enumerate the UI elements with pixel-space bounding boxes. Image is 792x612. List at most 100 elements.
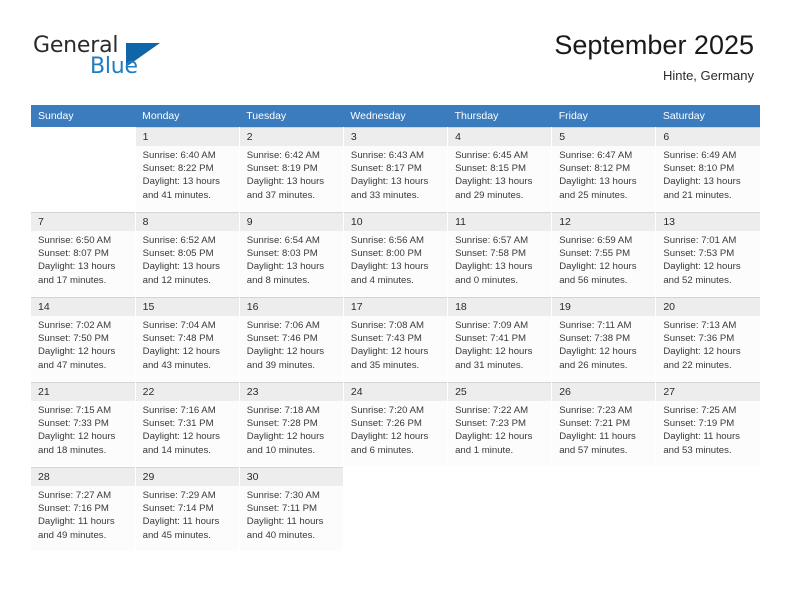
calendar-day-cell[interactable]: 1 Sunrise: 6:40 AM Sunset: 8:22 PM Daylight… xyxy=(135,127,240,212)
day-number: 10 xyxy=(343,213,448,231)
day-info-daylight-line1: Daylight: 13 hours xyxy=(142,176,220,188)
day-sun-info: Sunrise: 6:59 AM Sunset: 7:55 PM Daylight:… xyxy=(552,231,655,287)
day-number: 28 xyxy=(31,468,135,486)
calendar-day-cell[interactable]: 30 Sunrise: 7:30 AM Sunset: 7:11 PM Dayligh… xyxy=(239,466,344,552)
day-info-daylight-line2: and 10 minutes. xyxy=(246,444,316,456)
day-info-daylight-line2: and 37 minutes. xyxy=(246,189,316,201)
day-number: 19 xyxy=(552,298,656,316)
calendar-day-cell[interactable]: 7 Sunrise: 6:50 AM Sunset: 8:07 PM Daylight… xyxy=(31,211,136,297)
calendar-day-cell[interactable]: 27 Sunrise: 7:25 AM Sunset: 7:19 PM Dayligh… xyxy=(655,381,760,467)
day-info-daylight-line2: and 26 minutes. xyxy=(559,359,628,371)
calendar-day-cell[interactable]: 12 Sunrise: 6:59 AM Sunset: 7:55 PM Dayligh… xyxy=(551,211,657,297)
day-info-sunset: Sunset: 7:21 PM xyxy=(559,418,631,430)
day-info-daylight-line2: and 39 minutes. xyxy=(246,359,316,371)
weekday-header-sunday: Sunday xyxy=(31,105,136,127)
day-info-daylight-line1: Daylight: 12 hours xyxy=(142,346,220,358)
location-subtitle: Hinte, Germany xyxy=(662,68,754,83)
calendar-day-cell[interactable]: 29 Sunrise: 7:29 AM Sunset: 7:14 PM Dayligh… xyxy=(135,466,240,552)
calendar-day-cell[interactable]: 14 Sunrise: 7:02 AM Sunset: 7:50 PM Dayligh… xyxy=(31,296,136,382)
day-info-daylight-line2: and 17 minutes. xyxy=(38,274,107,286)
calendar-day-cell[interactable]: 3 Sunrise: 6:43 AM Sunset: 8:17 PM Daylight… xyxy=(343,127,449,212)
day-cell-inner: 2 Sunrise: 6:42 AM Sunset: 8:19 PM Daylight… xyxy=(239,127,343,211)
day-sun-info: Sunrise: 7:29 AM Sunset: 7:14 PM Daylight:… xyxy=(136,486,239,542)
day-info-daylight-line2: and 47 minutes. xyxy=(38,359,107,371)
calendar-day-cell[interactable]: 26 Sunrise: 7:23 AM Sunset: 7:21 PM Dayligh… xyxy=(551,381,657,467)
calendar-day-cell[interactable]: 2 Sunrise: 6:42 AM Sunset: 8:19 PM Daylight… xyxy=(239,127,344,212)
day-sun-info: Sunrise: 7:09 AM Sunset: 7:41 PM Daylight:… xyxy=(448,316,551,372)
day-info-daylight-line2: and 33 minutes. xyxy=(350,189,420,201)
calendar-day-cell[interactable]: 24 Sunrise: 7:20 AM Sunset: 7:26 PM Dayligh… xyxy=(343,381,449,467)
day-info-daylight-line1: Daylight: 13 hours xyxy=(246,261,325,273)
day-info-daylight-line2: and 14 minutes. xyxy=(142,444,211,456)
calendar-day-cell[interactable]: 13 Sunrise: 7:01 AM Sunset: 7:53 PM Dayligh… xyxy=(655,211,760,297)
day-info-daylight-line2: and 8 minutes. xyxy=(246,274,310,286)
calendar-day-cell[interactable]: 9 Sunrise: 6:54 AM Sunset: 8:03 PM Daylight… xyxy=(239,211,344,297)
calendar-day-cell[interactable]: 15 Sunrise: 7:04 AM Sunset: 7:48 PM Dayligh… xyxy=(135,296,240,382)
calendar-day-cell[interactable]: 19 Sunrise: 7:11 AM Sunset: 7:38 PM Dayligh… xyxy=(551,296,657,382)
calendar-body: 1 Sunrise: 6:40 AM Sunset: 8:22 PM Daylight… xyxy=(31,127,760,552)
calendar-day-cell[interactable]: 23 Sunrise: 7:18 AM Sunset: 7:28 PM Dayligh… xyxy=(239,381,344,467)
day-sun-info: Sunrise: 7:06 AM Sunset: 7:46 PM Daylight:… xyxy=(240,316,343,372)
page-title: September 2025 xyxy=(554,30,754,60)
day-cell-inner: 23 Sunrise: 7:18 AM Sunset: 7:28 PM Dayligh… xyxy=(239,382,343,466)
day-info-daylight-line2: and 41 minutes. xyxy=(142,189,211,201)
day-cell-inner: 15 Sunrise: 7:04 AM Sunset: 7:48 PM Dayligh… xyxy=(135,297,239,381)
day-info-sunset: Sunset: 8:03 PM xyxy=(246,248,318,260)
brand-logo[interactable]: General Blue xyxy=(33,33,173,83)
day-sun-info: Sunrise: 7:01 AM Sunset: 7:53 PM Daylight:… xyxy=(656,231,760,287)
calendar-day-cell[interactable]: 6 Sunrise: 6:49 AM Sunset: 8:10 PM Daylight… xyxy=(655,127,760,212)
calendar-day-cell[interactable]: 25 Sunrise: 7:22 AM Sunset: 7:23 PM Dayligh… xyxy=(447,381,553,467)
day-info-sunrise: Sunrise: 7:13 AM xyxy=(663,320,737,331)
day-sun-info: Sunrise: 7:23 AM Sunset: 7:21 PM Daylight:… xyxy=(552,401,655,457)
day-cell-inner: 22 Sunrise: 7:16 AM Sunset: 7:31 PM Dayligh… xyxy=(135,382,239,466)
day-info-daylight-line2: and 56 minutes. xyxy=(559,274,628,286)
page-header: General Blue September 2025 Hinte, Germa… xyxy=(0,0,792,100)
calendar-day-cell-empty xyxy=(447,466,553,552)
calendar-day-cell[interactable]: 11 Sunrise: 6:57 AM Sunset: 7:58 PM Dayligh… xyxy=(447,211,553,297)
day-cell-inner: 12 Sunrise: 6:59 AM Sunset: 7:55 PM Dayligh… xyxy=(552,212,656,296)
calendar-day-cell[interactable]: 17 Sunrise: 7:08 AM Sunset: 7:43 PM Dayligh… xyxy=(343,296,449,382)
calendar-week-row: 14 Sunrise: 7:02 AM Sunset: 7:50 PM Dayligh… xyxy=(31,296,760,382)
day-info-sunset: Sunset: 8:10 PM xyxy=(663,163,735,175)
day-info-sunrise: Sunrise: 7:30 AM xyxy=(246,490,320,501)
calendar-day-cell-empty xyxy=(31,127,136,212)
calendar-day-cell[interactable]: 16 Sunrise: 7:06 AM Sunset: 7:46 PM Dayligh… xyxy=(239,296,344,382)
day-info-daylight-line1: Daylight: 11 hours xyxy=(246,516,324,528)
calendar-week-row: 28 Sunrise: 7:27 AM Sunset: 7:16 PM Dayligh… xyxy=(31,466,760,552)
day-info-sunset: Sunset: 7:55 PM xyxy=(559,248,631,260)
calendar-day-cell[interactable]: 5 Sunrise: 6:47 AM Sunset: 8:12 PM Daylight… xyxy=(551,127,657,212)
day-sun-info: Sunrise: 7:18 AM Sunset: 7:28 PM Daylight:… xyxy=(240,401,343,457)
day-info-sunset: Sunset: 8:00 PM xyxy=(350,248,422,260)
calendar-day-cell[interactable]: 10 Sunrise: 6:56 AM Sunset: 8:00 PM Dayligh… xyxy=(343,211,449,297)
day-info-daylight-line2: and 43 minutes. xyxy=(142,359,211,371)
day-info-sunset: Sunset: 7:23 PM xyxy=(455,418,526,430)
day-cell-inner: 8 Sunrise: 6:52 AM Sunset: 8:05 PM Daylight… xyxy=(135,212,239,296)
calendar-day-cell[interactable]: 18 Sunrise: 7:09 AM Sunset: 7:41 PM Dayligh… xyxy=(447,296,553,382)
day-info-daylight-line2: and 12 minutes. xyxy=(142,274,211,286)
day-info-sunset: Sunset: 8:07 PM xyxy=(38,248,109,260)
day-sun-info: Sunrise: 6:43 AM Sunset: 8:17 PM Daylight:… xyxy=(344,146,447,202)
day-info-daylight-line1: Daylight: 13 hours xyxy=(246,176,325,188)
day-sun-info: Sunrise: 7:16 AM Sunset: 7:31 PM Daylight:… xyxy=(136,401,239,457)
day-sun-info: Sunrise: 7:04 AM Sunset: 7:48 PM Daylight:… xyxy=(136,316,239,372)
day-info-sunrise: Sunrise: 6:49 AM xyxy=(663,150,737,161)
calendar-day-cell[interactable]: 21 Sunrise: 7:15 AM Sunset: 7:33 PM Dayligh… xyxy=(31,381,136,467)
day-sun-info: Sunrise: 7:25 AM Sunset: 7:19 PM Daylight:… xyxy=(656,401,760,457)
day-number: 12 xyxy=(552,213,656,231)
calendar-day-cell[interactable]: 22 Sunrise: 7:16 AM Sunset: 7:31 PM Dayligh… xyxy=(135,381,240,467)
day-cell-inner: 19 Sunrise: 7:11 AM Sunset: 7:38 PM Dayligh… xyxy=(552,297,656,381)
calendar-day-cell[interactable]: 20 Sunrise: 7:13 AM Sunset: 7:36 PM Dayligh… xyxy=(655,296,760,382)
calendar-day-cell[interactable]: 4 Sunrise: 6:45 AM Sunset: 8:15 PM Daylight… xyxy=(447,127,553,212)
calendar-day-cell[interactable]: 8 Sunrise: 6:52 AM Sunset: 8:05 PM Daylight… xyxy=(135,211,240,297)
calendar-day-cell[interactable]: 28 Sunrise: 7:27 AM Sunset: 7:16 PM Dayligh… xyxy=(31,466,136,552)
day-number: 15 xyxy=(135,298,239,316)
day-info-daylight-line2: and 4 minutes. xyxy=(350,274,414,286)
day-info-sunrise: Sunrise: 7:15 AM xyxy=(38,405,112,416)
day-info-sunrise: Sunrise: 6:50 AM xyxy=(38,235,112,246)
day-cell-inner: 21 Sunrise: 7:15 AM Sunset: 7:33 PM Dayligh… xyxy=(31,382,135,466)
day-sun-info: Sunrise: 7:20 AM Sunset: 7:26 PM Daylight:… xyxy=(344,401,447,457)
day-cell-inner: 11 Sunrise: 6:57 AM Sunset: 7:58 PM Dayligh… xyxy=(448,212,552,296)
calendar-header-row: Sunday Monday Tuesday Wednesday Thursday Frid… xyxy=(31,105,760,127)
day-info-daylight-line1: Daylight: 12 hours xyxy=(246,431,325,443)
day-number: 7 xyxy=(31,213,135,231)
